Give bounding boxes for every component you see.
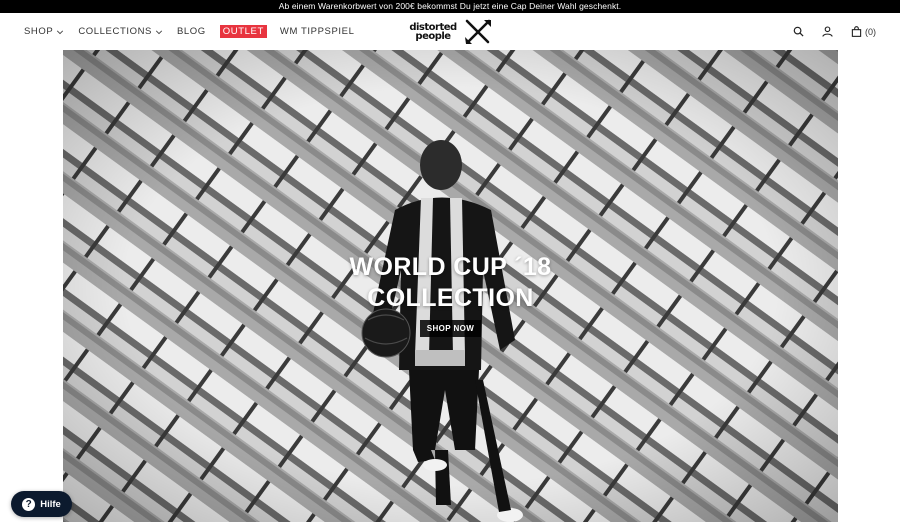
nav-item-label: BLOG	[176, 26, 206, 37]
nav-item-label: COLLECTIONS	[78, 26, 152, 37]
shop-now-button[interactable]: SHOP NOW	[420, 320, 481, 337]
search-button[interactable]	[793, 26, 804, 37]
nav-item-label: SHOP	[24, 26, 54, 37]
cart-button[interactable]: (0)	[851, 26, 876, 37]
chevron-down-icon	[155, 29, 163, 34]
announcement-text: Ab einem Warenkorbwert von 200€ bekommst…	[278, 1, 622, 11]
nav-item-wm-tippspiel[interactable]: WM TIPPSPIEL	[280, 26, 355, 37]
hero-title-line-1: WORLD CUP ´18	[349, 253, 552, 281]
nav-item-blog[interactable]: BLOG	[177, 26, 206, 37]
bag-icon	[851, 26, 862, 37]
logo-wordmark: distorted people	[406, 23, 460, 42]
logo-line-2: people	[415, 31, 451, 42]
cart-count: (0)	[865, 26, 876, 37]
crossed-blades-icon	[465, 19, 491, 44]
header-tools: (0)	[775, 13, 876, 50]
main-nav: SHOP COLLECTIONS BLOG OUTLET WM TIPPSPIE…	[24, 13, 368, 50]
hero-title: WORLD CUP ´18 COLLECTION	[63, 252, 838, 314]
nav-item-label: WM TIPPSPIEL	[279, 26, 355, 37]
hero-banner[interactable]: WORLD CUP ´18 COLLECTION SHOP NOW	[63, 50, 838, 522]
site-header: SHOP COLLECTIONS BLOG OUTLET WM TIPPSPIE…	[0, 13, 900, 50]
search-icon	[793, 26, 804, 37]
brand-logo[interactable]: distorted people	[406, 19, 494, 45]
nav-item-collections[interactable]: COLLECTIONS	[78, 26, 163, 37]
hero-title-line-2: COLLECTION	[367, 284, 534, 312]
nav-item-label: OUTLET	[222, 26, 264, 37]
announcement-bar: Ab einem Warenkorbwert von 200€ bekommst…	[0, 0, 900, 13]
help-label: Hilfe	[40, 498, 61, 510]
nav-item-outlet[interactable]: OUTLET	[219, 25, 267, 38]
chevron-down-icon	[57, 29, 64, 34]
question-icon: ?	[22, 497, 36, 511]
user-icon	[822, 26, 833, 37]
account-button[interactable]	[822, 26, 833, 37]
help-button[interactable]: ? Hilfe	[11, 491, 72, 517]
nav-item-shop[interactable]: SHOP	[24, 26, 64, 37]
